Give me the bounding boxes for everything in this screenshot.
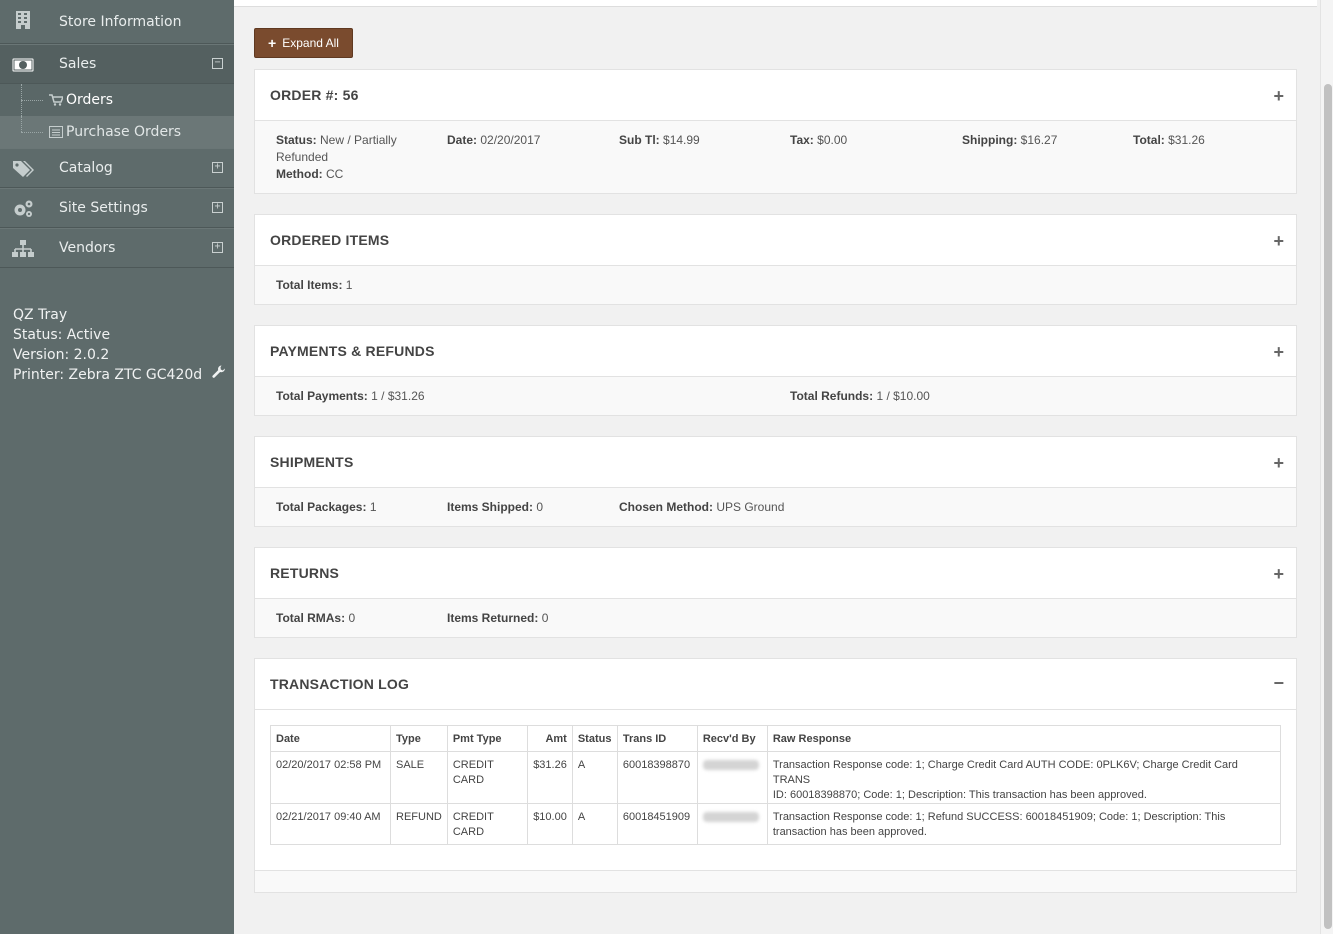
tags-icon [12, 159, 34, 179]
expand-icon[interactable]: + [1273, 86, 1284, 107]
order-status: Status: New / Partially Refunded Method:… [276, 133, 397, 181]
raw-response: Transaction Response code: 1; Refund SUC… [766, 803, 1282, 845]
col-recvd-by: Recv'd By [696, 725, 768, 752]
order-shipping: Shipping: $16.27 [962, 133, 1058, 147]
scrollbar-thumb[interactable] [1324, 84, 1332, 929]
payments-header[interactable]: PAYMENTS & REFUNDS + [255, 326, 1296, 377]
sidebar-subitem-label: Orders [66, 92, 114, 108]
collapse-icon[interactable]: − [1273, 673, 1284, 694]
qz-status: Status: Active [13, 327, 111, 343]
transaction-table: Date Type Pmt Type Amt Status Trans ID R… [270, 725, 1282, 845]
money-icon [12, 55, 34, 75]
returns-panel: RETURNS + Total RMAs: 0 Items Returned: … [254, 547, 1297, 638]
sidebar-subitem-purchase-orders[interactable]: Purchase Orders [0, 116, 234, 148]
sidebar-item-catalog[interactable]: Catalog + [0, 148, 234, 188]
panel-title: ORDER #: 56 [270, 87, 359, 103]
panel-title: RETURNS [270, 565, 340, 581]
sitemap-icon [12, 239, 34, 259]
table-row: 02/20/2017 02:58 PM SALE CREDIT CARD $31… [270, 751, 1282, 804]
sidebar: Store Information Sales − Orders Purchas… [0, 0, 234, 934]
sidebar-item-label: Vendors [59, 240, 116, 256]
panel-title: TRANSACTION LOG [270, 676, 410, 692]
gears-icon [12, 199, 34, 219]
sidebar-subitem-orders[interactable]: Orders [0, 84, 234, 116]
expand-all-button[interactable]: + Expand All [254, 28, 353, 58]
main-content: + Expand All ORDER #: 56 + Status: New /… [234, 0, 1320, 934]
expand-icon[interactable]: + [1273, 453, 1284, 474]
vertical-scrollbar[interactable] [1320, 0, 1333, 934]
transaction-log-header[interactable]: TRANSACTION LOG − [255, 659, 1296, 710]
expand-icon[interactable]: + [212, 162, 223, 173]
total-payments: Total Payments: 1 / $31.26 [276, 389, 425, 403]
col-type: Type [390, 725, 448, 752]
items-shipped: Items Shipped: 0 [447, 500, 544, 514]
qz-title: QZ Tray [13, 307, 68, 323]
list-icon [49, 126, 63, 141]
payments-panel: PAYMENTS & REFUNDS + Total Payments: 1 /… [254, 325, 1297, 416]
table-row: 02/21/2017 09:40 AM REFUND CREDIT CARD $… [270, 803, 1282, 845]
col-trans-id: Trans ID [616, 725, 698, 752]
raw-response: Transaction Response code: 1; Charge Cre… [766, 751, 1282, 804]
table-header-row: Date Type Pmt Type Amt Status Trans ID R… [270, 725, 1282, 752]
col-raw-response: Raw Response [766, 725, 1282, 752]
shipments-panel: SHIPMENTS + Total Packages: 1 Items Ship… [254, 436, 1297, 527]
sidebar-item-site-settings[interactable]: Site Settings + [0, 188, 234, 228]
ordered-items-panel: ORDERED ITEMS + Total Items: 1 [254, 214, 1297, 305]
transaction-log-panel: TRANSACTION LOG − Date Type Pmt Type Amt… [254, 658, 1297, 893]
qz-version: Version: 2.0.2 [13, 347, 110, 363]
total-packages: Total Packages: 1 [276, 500, 377, 514]
expand-icon[interactable]: + [212, 242, 223, 253]
qz-tray-status: QZ Tray Status: Active Version: 2.0.2 Pr… [13, 305, 226, 385]
order-date: Date: 02/20/2017 [447, 133, 541, 147]
transaction-table-wrap: Date Type Pmt Type Amt Status Trans ID R… [270, 725, 1282, 845]
redacted-value [696, 751, 768, 804]
plus-icon: + [268, 35, 277, 51]
order-subtotal: Sub Tl: $14.99 [619, 133, 700, 147]
col-status: Status [571, 725, 618, 752]
shipments-header[interactable]: SHIPMENTS + [255, 437, 1296, 488]
expand-icon[interactable]: + [1273, 342, 1284, 363]
order-panel: ORDER #: 56 + Status: New / Partially Re… [254, 69, 1297, 194]
expand-icon[interactable]: + [212, 202, 223, 213]
sidebar-item-label: Catalog [59, 160, 113, 176]
collapse-icon[interactable]: − [212, 58, 223, 69]
sidebar-item-vendors[interactable]: Vendors + [0, 228, 234, 268]
total-rmas: Total RMAs: 0 [276, 611, 356, 625]
panel-title: ORDERED ITEMS [270, 232, 390, 248]
returns-header[interactable]: RETURNS + [255, 548, 1296, 599]
order-panel-header[interactable]: ORDER #: 56 + [255, 70, 1296, 121]
panel-title: PAYMENTS & REFUNDS [270, 343, 435, 359]
sidebar-item-label: Store Information [59, 13, 182, 30]
building-icon [12, 10, 34, 30]
chosen-method: Chosen Method: UPS Ground [619, 500, 785, 514]
sidebar-item-store-information[interactable]: Store Information [0, 0, 234, 44]
col-date: Date [270, 725, 391, 752]
sidebar-subitem-label: Purchase Orders [66, 124, 182, 140]
col-amt: Amt [526, 725, 573, 752]
expand-icon[interactable]: + [1273, 564, 1284, 585]
expand-icon[interactable]: + [1273, 231, 1284, 252]
ordered-items-header[interactable]: ORDERED ITEMS + [255, 215, 1296, 266]
cart-icon [49, 94, 65, 109]
total-items: Total Items: 1 [276, 278, 353, 292]
sidebar-item-sales[interactable]: Sales − [0, 44, 234, 84]
redacted-value [696, 803, 768, 845]
qz-printer: Printer: Zebra ZTC GC420d [13, 367, 203, 383]
items-returned: Items Returned: 0 [447, 611, 549, 625]
order-total: Total: $31.26 [1133, 133, 1205, 147]
wrench-icon[interactable] [212, 365, 226, 385]
panel-title: SHIPMENTS [270, 454, 354, 470]
order-tax: Tax: $0.00 [790, 133, 848, 147]
sidebar-item-label: Sales [59, 56, 97, 72]
sidebar-item-label: Site Settings [59, 200, 148, 216]
col-pmt-type: Pmt Type [446, 725, 528, 752]
total-refunds: Total Refunds: 1 / $10.00 [790, 389, 930, 403]
